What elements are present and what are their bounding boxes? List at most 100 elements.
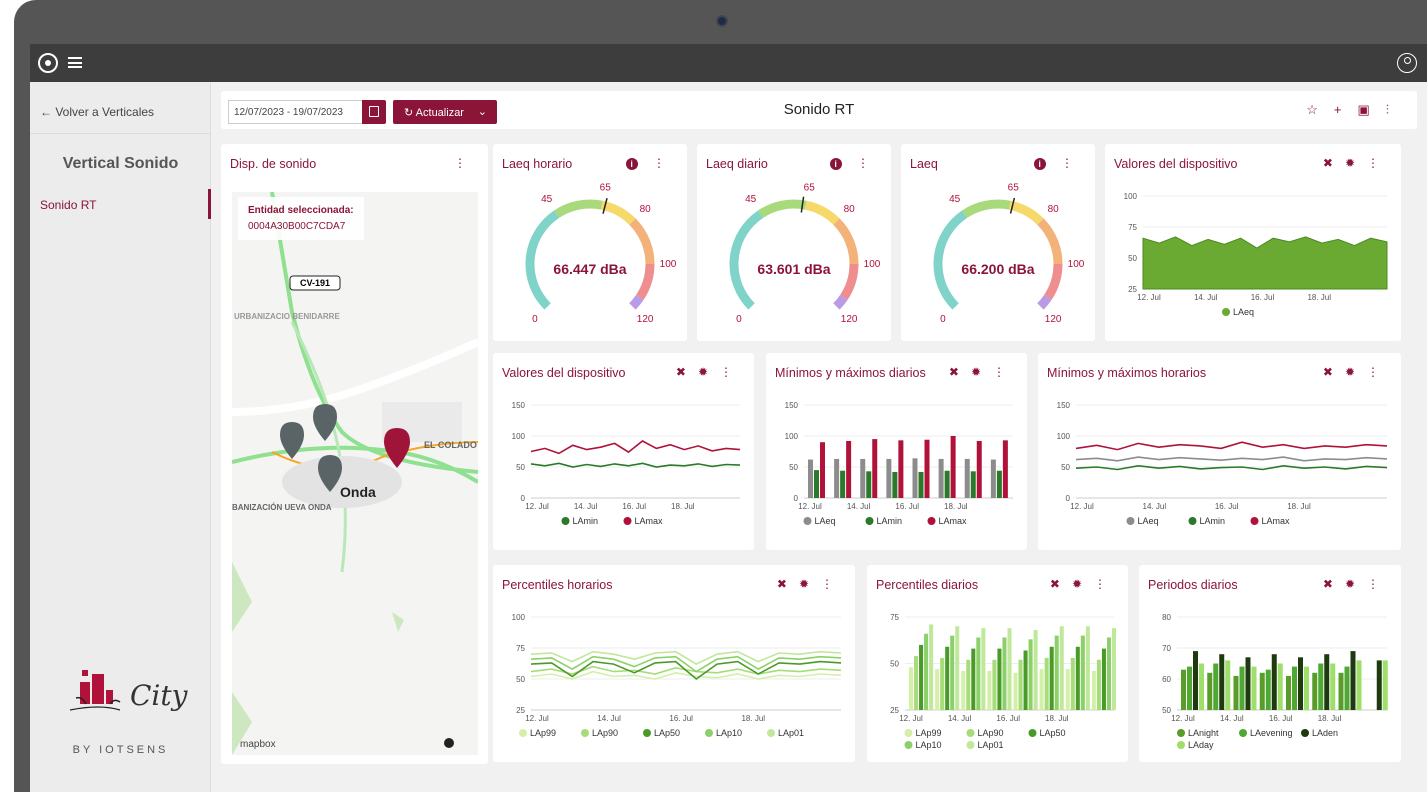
- info-icon[interactable]: [444, 738, 454, 748]
- area-series: [1142, 236, 1388, 290]
- gear-icon[interactable]: ✹: [698, 365, 720, 379]
- gear-icon[interactable]: ✹: [971, 365, 993, 379]
- y-tick-label: 100: [512, 432, 526, 441]
- bar: [1330, 663, 1336, 710]
- chart-card: Periodos diarios ✖✹⋮ 50 60 70 80 12. Jul 14. …: [1139, 565, 1401, 762]
- user-icon[interactable]: [1397, 53, 1417, 73]
- bar: [944, 470, 950, 498]
- gear-icon[interactable]: ✹: [1345, 577, 1367, 591]
- legend-label: LAp99: [530, 728, 556, 738]
- settings-icon[interactable]: ⫶: [1386, 102, 1405, 117]
- more-icon[interactable]: ⋮: [1367, 156, 1391, 170]
- more-icon[interactable]: ⋮: [720, 365, 744, 379]
- bar: [1350, 651, 1356, 710]
- gear-icon[interactable]: ✹: [1345, 365, 1367, 379]
- device-marker-icon[interactable]: [313, 404, 337, 441]
- save-icon[interactable]: ▣: [1357, 102, 1385, 117]
- more-icon[interactable]: ⋮: [653, 156, 677, 170]
- legend-label: LAp90: [592, 728, 618, 738]
- bar: [1039, 669, 1044, 710]
- bar: [1271, 654, 1277, 710]
- legend-marker: [623, 517, 632, 525]
- legend-marker: [1177, 729, 1185, 737]
- bar: [892, 471, 898, 498]
- bar: [1111, 628, 1116, 710]
- more-icon[interactable]: ⋮: [1094, 577, 1118, 591]
- gear-icon[interactable]: ✹: [1345, 156, 1367, 170]
- x-tick-label: 14. Jul: [574, 502, 598, 511]
- bar: [872, 439, 878, 498]
- expand-icon[interactable]: ✖: [1323, 156, 1345, 170]
- expand-icon[interactable]: ✖: [1323, 577, 1345, 591]
- expand-icon[interactable]: ✖: [1323, 365, 1345, 379]
- more-icon[interactable]: ⋮: [821, 577, 845, 591]
- legend-marker: [1239, 729, 1247, 737]
- gear-icon[interactable]: ✹: [799, 577, 821, 591]
- bar: [1213, 663, 1219, 710]
- menu-icon[interactable]: [68, 57, 82, 68]
- expand-icon[interactable]: ✖: [1050, 577, 1072, 591]
- legend-marker: [966, 741, 975, 749]
- legend-marker: [1188, 517, 1197, 525]
- x-tick-label: 16. Jul: [1215, 502, 1239, 511]
- gauge-tick-label: 45: [745, 194, 757, 205]
- x-tick-label: 14. Jul: [948, 714, 972, 723]
- legend-marker: [1126, 517, 1135, 525]
- entity-id: 0004A30B00C7CDA7: [248, 221, 346, 232]
- expand-icon[interactable]: ✖: [949, 365, 971, 379]
- y-tick-label: 75: [890, 613, 899, 622]
- gear-icon[interactable]: ✹: [1072, 577, 1094, 591]
- bar: [1070, 657, 1075, 710]
- bar: [1085, 626, 1090, 710]
- expand-icon[interactable]: ✖: [676, 365, 698, 379]
- legend-label: LAp10: [716, 728, 742, 738]
- plus-icon[interactable]: +: [1334, 102, 1358, 117]
- more-icon[interactable]: ⋮: [454, 156, 478, 170]
- info-icon[interactable]: i: [625, 158, 638, 170]
- legend-marker: [966, 729, 975, 737]
- bar: [1033, 630, 1038, 710]
- more-icon[interactable]: ⋮: [993, 365, 1017, 379]
- more-icon[interactable]: ⋮: [1367, 365, 1391, 379]
- legend-marker: [643, 729, 651, 737]
- info-icon[interactable]: i: [829, 158, 842, 170]
- y-tick-label: 80: [1162, 613, 1171, 622]
- map-card: Disp. de sonido ⋮ CV-191 URBANIZACIO BEN…: [221, 144, 488, 764]
- bar: [1096, 659, 1101, 710]
- bar: [1376, 660, 1382, 710]
- more-icon[interactable]: ⋮: [1061, 156, 1085, 170]
- star-icon[interactable]: ☆: [1306, 102, 1334, 117]
- legend-label: LAmin: [573, 516, 599, 526]
- iotsens-logo-icon[interactable]: [38, 53, 58, 73]
- bar: [846, 440, 852, 498]
- bar: [935, 669, 940, 710]
- sidebar-item-sonido-rt[interactable]: Sonido RT: [30, 189, 211, 219]
- bar: [1259, 672, 1265, 710]
- bar: [924, 633, 929, 710]
- legend-label: LAmax: [939, 516, 968, 526]
- y-tick-label: 50: [1162, 706, 1171, 715]
- gauge-chart: 0 45 65 80 100 120 63.601 dBa: [729, 182, 881, 325]
- gauge-tick-label: 100: [660, 259, 677, 270]
- gauge-tick-label: 65: [804, 182, 816, 193]
- bar: [971, 648, 976, 710]
- map[interactable]: CV-191 URBANIZACIO BENIDARRE EL COLADO O…: [232, 192, 478, 755]
- legend-label: LAp99: [916, 728, 942, 738]
- bar: [1286, 675, 1291, 710]
- info-icon[interactable]: i: [1033, 158, 1046, 170]
- card-title: Laeq diario: [706, 157, 768, 171]
- y-tick-label: 25: [1128, 285, 1137, 294]
- gauge-tick-label: 65: [1008, 182, 1020, 193]
- expand-icon[interactable]: ✖: [777, 577, 799, 591]
- line-series: [530, 650, 842, 666]
- more-icon[interactable]: ⋮: [1367, 577, 1391, 591]
- more-icon[interactable]: ⋮: [857, 156, 881, 170]
- gauge-band: [1044, 263, 1063, 300]
- bar: [976, 637, 981, 710]
- legend-marker: [561, 517, 570, 525]
- y-tick-label: 50: [516, 463, 525, 472]
- legend-marker: [1301, 729, 1309, 737]
- brand-text: City: [130, 679, 188, 712]
- bar: [976, 440, 982, 498]
- back-to-verticals-link[interactable]: ← Volver a Verticales: [40, 105, 154, 119]
